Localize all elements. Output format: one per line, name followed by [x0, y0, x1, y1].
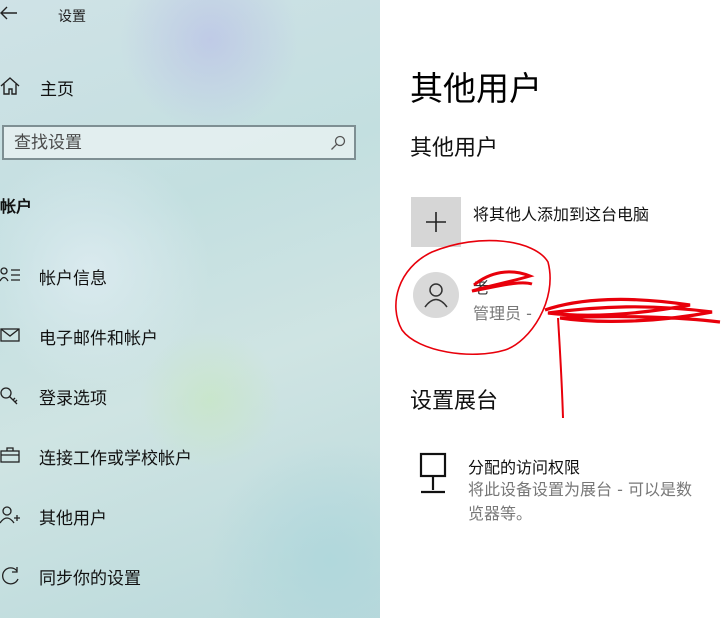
- add-user-label[interactable]: 将其他人添加到这台电脑: [473, 201, 649, 225]
- app-title: 设置: [58, 9, 86, 25]
- add-person-icon: [0, 506, 22, 524]
- section-heading: 帐户: [0, 197, 33, 216]
- sidebar-item-label: 同步你的设置: [39, 569, 141, 589]
- sidebar-item-home[interactable]: 主页: [0, 70, 380, 102]
- sidebar-item-email-accounts[interactable]: 电子邮件和帐户: [0, 319, 380, 351]
- avatar[interactable]: [413, 272, 459, 318]
- account-info-icon: [0, 266, 22, 284]
- kiosk-description-line: 将此设备设置为展台 - 可以是数: [468, 480, 692, 499]
- sidebar-item-label: 登录选项: [39, 389, 107, 409]
- main-pane: 其他用户 其他用户 将其他人添加到这台电脑 老 管理员 - 设置展台 分配的访问…: [380, 0, 722, 618]
- sidebar-item-label: 帐户信息: [39, 269, 107, 289]
- key-icon: [0, 386, 22, 405]
- sidebar-item-sync-settings[interactable]: 同步你的设置: [0, 559, 380, 591]
- kiosk-title[interactable]: 分配的访问权限: [468, 454, 580, 478]
- other-users-heading: 其他用户: [410, 136, 499, 161]
- sidebar-item-label: 连接工作或学校帐户: [39, 449, 192, 469]
- briefcase-icon: [0, 446, 22, 464]
- sidebar-pane: 设置 主页 帐户 帐户信息 电子邮件和帐户 登录选项 连接工作: [0, 0, 380, 618]
- sidebar-item-account-info[interactable]: 帐户信息: [0, 259, 380, 291]
- user-name[interactable]: 老: [473, 274, 489, 298]
- search-input[interactable]: [14, 132, 314, 154]
- sidebar-item-sign-in-options[interactable]: 登录选项: [0, 379, 380, 411]
- sidebar-item-other-users[interactable]: 其他用户: [0, 499, 380, 531]
- home-icon: [0, 77, 22, 95]
- kiosk-heading: 设置展台: [410, 389, 499, 414]
- kiosk-description-line: 览器等。: [468, 504, 533, 523]
- home-label: 主页: [40, 80, 74, 100]
- plus-icon: [426, 212, 446, 232]
- user-icon: [424, 283, 448, 308]
- kiosk-icon[interactable]: [418, 452, 450, 496]
- sidebar-item-work-school[interactable]: 连接工作或学校帐户: [0, 439, 380, 471]
- mail-icon: [0, 326, 22, 344]
- user-role: 管理员 -: [473, 304, 532, 323]
- kiosk-description: 将此设备设置为展台 - 可以是数 览器等。: [468, 478, 722, 526]
- add-user-button[interactable]: [411, 197, 461, 247]
- sidebar-item-label: 其他用户: [39, 509, 107, 529]
- sidebar-item-label: 电子邮件和帐户: [39, 329, 158, 349]
- search-icon[interactable]: [330, 135, 346, 151]
- back-arrow-icon[interactable]: [0, 2, 24, 28]
- page-title: 其他用户: [410, 69, 542, 108]
- sync-icon: [0, 566, 22, 585]
- search-box[interactable]: [2, 125, 356, 160]
